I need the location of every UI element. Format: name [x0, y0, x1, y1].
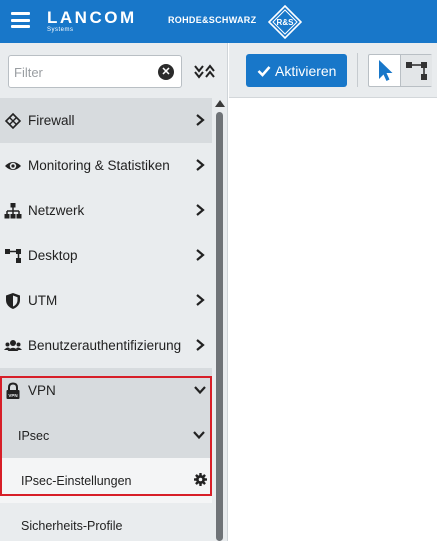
nav-label-netzwerk: Netzwerk	[28, 203, 85, 218]
nav-label-monitoring: Monitoring & Statistiken	[28, 158, 170, 173]
nav-item-desktop[interactable]: Desktop	[0, 233, 212, 278]
activate-button[interactable]: Aktivieren	[246, 54, 347, 87]
nav-label-benutzerauthentifizierung: Benutzerauthentifizierung	[28, 338, 182, 353]
scrollbar[interactable]	[213, 98, 226, 541]
chevron-right-icon	[196, 114, 205, 126]
brand-name: LANCOM	[47, 8, 137, 27]
tree-mode-button[interactable]	[401, 55, 432, 86]
chevron-right-icon	[196, 249, 205, 261]
cursor-icon	[379, 60, 393, 81]
nav-item-monitoring[interactable]: Monitoring & Statistiken	[0, 143, 212, 188]
chevron-right-icon	[196, 294, 205, 306]
clear-filter-icon[interactable]: ✕	[158, 64, 174, 80]
left-navigation-panel: ✕ Firewall	[0, 43, 228, 541]
nav-item-utm[interactable]: UTM	[0, 278, 212, 323]
expand-collapse-icon[interactable]	[192, 63, 216, 81]
nav-label-ipsec-einstellungen: IPsec-Einstellungen	[21, 474, 132, 488]
nav-label-utm: UTM	[28, 293, 58, 308]
chevron-down-icon	[193, 431, 205, 440]
shield-icon	[6, 293, 20, 309]
nav-item-firewall[interactable]: Firewall	[0, 98, 212, 143]
filter-box: ✕	[8, 55, 182, 88]
toolbar-separator	[357, 53, 358, 87]
gear-icon[interactable]	[194, 473, 207, 486]
users-icon	[4, 340, 22, 351]
firewall-icon	[4, 112, 22, 130]
tree-diagram-icon	[406, 62, 427, 80]
partner-name: ROHDE&SCHWARZ	[168, 15, 257, 25]
activate-label: Aktivieren	[275, 62, 337, 79]
nav-label-firewall: Firewall	[28, 113, 75, 128]
brand-logo: LANCOM Systems	[47, 8, 137, 34]
chevron-down-icon	[194, 386, 206, 395]
rohde-schwarz-logo-icon: R&S	[268, 5, 302, 39]
filter-input[interactable]	[14, 63, 154, 81]
svg-text:R&S: R&S	[277, 18, 295, 27]
eye-icon	[5, 162, 21, 170]
nav-item-ipsec[interactable]: IPsec	[0, 413, 212, 458]
nav-item-ipsec-einstellungen[interactable]: IPsec-Einstellungen	[0, 458, 212, 503]
toolbar: Aktivieren	[229, 43, 437, 98]
nav-item-sicherheits-profile[interactable]: Sicherheits-Profile	[0, 503, 212, 541]
scroll-thumb[interactable]	[216, 112, 223, 541]
desktop-icon	[5, 249, 21, 263]
scroll-up-icon[interactable]	[215, 100, 225, 107]
top-header: LANCOM Systems ROHDE&SCHWARZ R&S	[0, 0, 437, 43]
chevron-right-icon	[196, 159, 205, 171]
chevron-right-icon	[196, 339, 205, 351]
view-mode-group	[368, 54, 432, 87]
menu-icon[interactable]	[11, 12, 30, 28]
main-panel: Aktivieren	[229, 43, 437, 541]
brand-subtitle: Systems	[47, 27, 74, 33]
app-window: LANCOM Systems ROHDE&SCHWARZ R&S ✕	[0, 0, 437, 541]
checkmark-icon	[257, 65, 271, 77]
nav-item-netzwerk[interactable]: Netzwerk	[0, 188, 212, 233]
chevron-right-icon	[196, 204, 205, 216]
nav-label-vpn: VPN	[28, 383, 56, 398]
nav-item-benutzerauthentifizierung[interactable]: Benutzerauthentifizierung	[0, 323, 212, 368]
nav-tree: Firewall Monitoring & Statistiken Netzwe…	[0, 98, 212, 541]
nav-item-vpn[interactable]: VPN VPN	[0, 368, 212, 413]
network-icon	[4, 203, 22, 219]
nav-label-ipsec: IPsec	[18, 429, 50, 443]
svg-text:VPN: VPN	[8, 393, 17, 398]
lock-icon: VPN	[6, 382, 20, 399]
nav-label-desktop: Desktop	[28, 248, 78, 263]
pointer-mode-button[interactable]	[369, 55, 400, 86]
nav-label-sicherheits-profile: Sicherheits-Profile	[21, 519, 123, 533]
